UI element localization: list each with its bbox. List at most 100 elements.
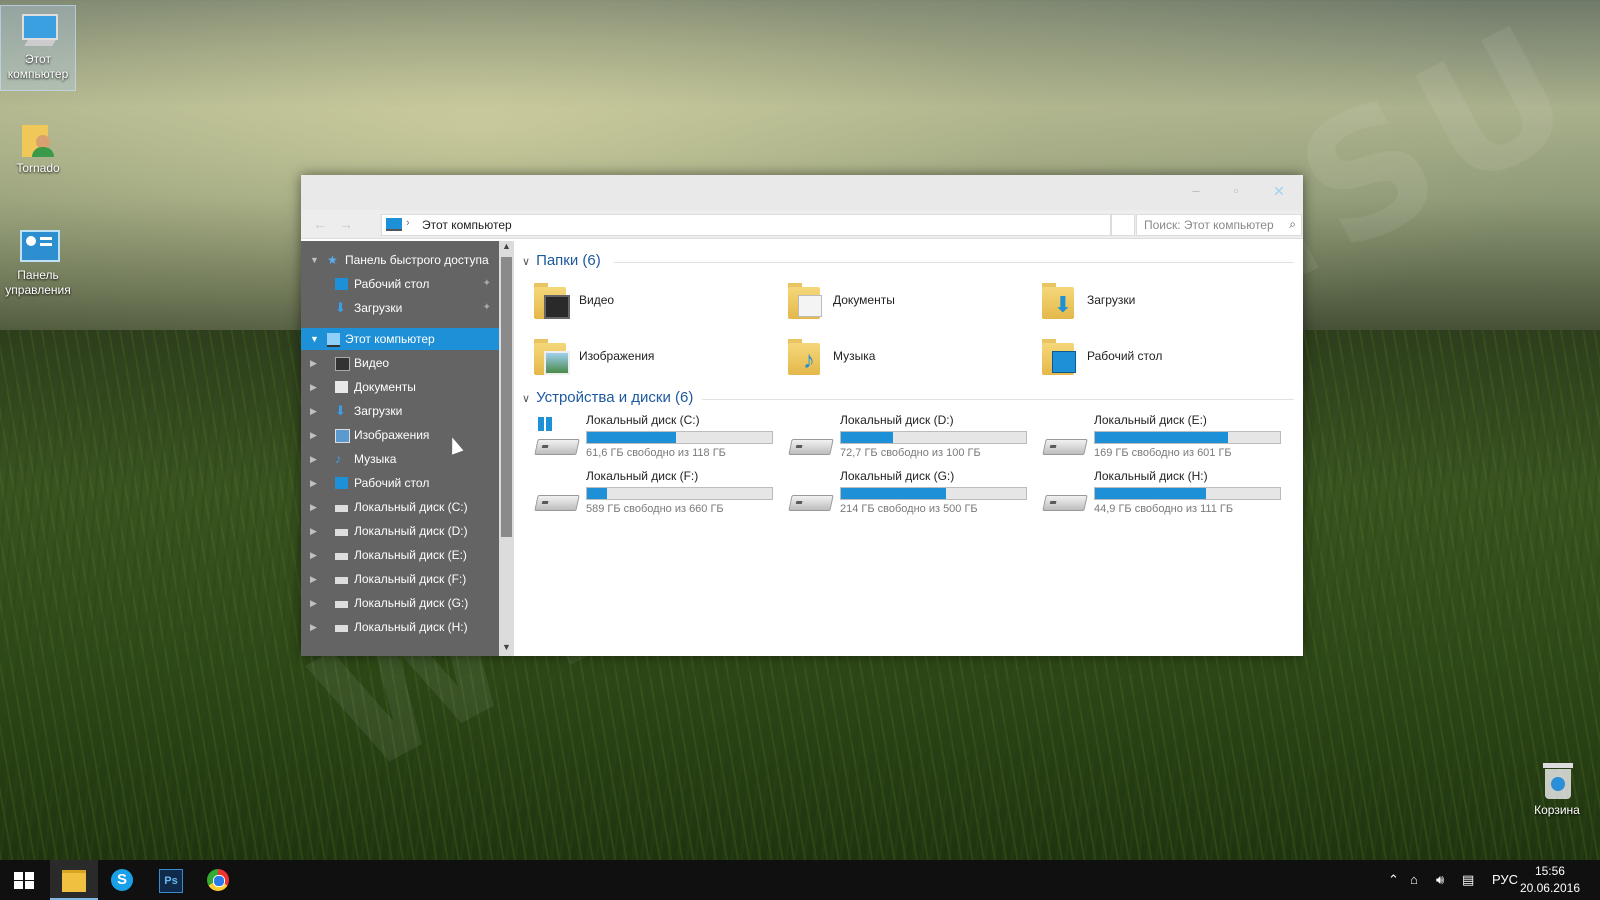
- address-field[interactable]: › Этот компьютер: [381, 214, 1111, 236]
- taskbar-clock[interactable]: 15:56 20.06.2016: [1520, 863, 1580, 897]
- clock-date: 20.06.2016: [1519, 881, 1580, 895]
- search-input[interactable]: Поиск: Этот компьютер ⌕: [1136, 214, 1302, 236]
- nav-scrollbar[interactable]: ▲ ▼: [499, 241, 514, 656]
- drive-usage-fill: [1095, 432, 1229, 443]
- nav-item-drive-g[interactable]: ▶ Локальный диск (G:): [301, 592, 499, 614]
- nav-item-downloads[interactable]: ▶ ⬇ Загрузки: [301, 400, 499, 422]
- drive-h[interactable]: Локальный диск (H:) 44,9 ГБ свободно из …: [1042, 469, 1292, 525]
- taskbar-file-explorer[interactable]: [50, 860, 98, 900]
- control-panel-icon: [18, 226, 60, 266]
- forward-arrow-icon[interactable]: →: [339, 216, 353, 232]
- network-icon[interactable]: ⌂: [1410, 860, 1418, 900]
- downloads-folder-icon: ⬇: [1042, 281, 1076, 319]
- nav-item-quick-access[interactable]: ▼ ★ Панель быстрого доступа: [301, 249, 499, 271]
- chevron-down-icon[interactable]: ∨: [522, 256, 530, 268]
- drive-d[interactable]: Локальный диск (D:) 72,7 ГБ свободно из …: [788, 413, 1038, 469]
- collapse-arrow-icon[interactable]: ▶: [310, 616, 317, 638]
- desktop-icon-this-pc[interactable]: Этот компьютер: [0, 5, 76, 91]
- pin-icon[interactable]: ✦: [483, 273, 491, 295]
- divider: [702, 399, 1294, 400]
- drive-usage-bar: [586, 487, 773, 500]
- nav-item-desktop[interactable]: ▶ Рабочий стол: [301, 472, 499, 494]
- scroll-thumb[interactable]: [501, 257, 512, 537]
- title-bar[interactable]: – ▫ ✕: [301, 175, 1303, 210]
- chevron-down-icon[interactable]: ∨: [522, 393, 530, 405]
- desktop-icon-label: Tornado: [16, 161, 60, 175]
- taskbar-photoshop[interactable]: Ps: [146, 860, 194, 900]
- nav-item-desktop-pinned[interactable]: Рабочий стол ✦: [301, 273, 499, 295]
- folder-pictures[interactable]: Изображения: [534, 335, 784, 379]
- drive-usage-fill: [587, 432, 676, 443]
- drive-g[interactable]: Локальный диск (G:) 214 ГБ свободно из 5…: [788, 469, 1038, 525]
- show-hidden-icons-chevron-icon[interactable]: ⌃: [1388, 860, 1399, 900]
- nav-item-video[interactable]: ▶ Видео: [301, 352, 499, 374]
- nav-item-drive-e[interactable]: ▶ Локальный диск (E:): [301, 544, 499, 566]
- collapse-arrow-icon[interactable]: ▶: [310, 568, 317, 590]
- collapse-arrow-icon[interactable]: ▶: [310, 424, 317, 446]
- search-placeholder: Поиск: Этот компьютер: [1144, 218, 1274, 232]
- folder-music[interactable]: ♪ Музыка: [788, 335, 1038, 379]
- collapse-arrow-icon[interactable]: ▶: [310, 448, 317, 470]
- taskbar-chrome[interactable]: [194, 860, 242, 900]
- nav-label: Музыка: [354, 452, 397, 466]
- close-button[interactable]: ✕: [1269, 183, 1289, 201]
- folder-desktop[interactable]: Рабочий стол: [1042, 335, 1292, 379]
- drive-usage-bar: [1094, 431, 1281, 444]
- collapse-arrow-icon[interactable]: ▶: [310, 520, 317, 542]
- nav-item-drive-d[interactable]: ▶ Локальный диск (D:): [301, 520, 499, 542]
- drive-e[interactable]: Локальный диск (E:) 169 ГБ свободно из 6…: [1042, 413, 1292, 469]
- folder-label: Видео: [579, 293, 615, 307]
- nav-item-drive-f[interactable]: ▶ Локальный диск (F:): [301, 568, 499, 590]
- divider: [614, 262, 1294, 263]
- nav-item-this-pc[interactable]: ▼ Этот компьютер: [301, 328, 499, 350]
- collapse-arrow-icon[interactable]: ▶: [310, 496, 317, 518]
- folder-downloads[interactable]: ⬇ Загрузки: [1042, 279, 1292, 323]
- drive-usage-fill: [841, 488, 947, 499]
- expand-arrow-icon[interactable]: ▼: [310, 328, 319, 350]
- desktop-icon-recycle-bin[interactable]: Корзина: [1520, 757, 1594, 818]
- pin-icon[interactable]: ✦: [483, 297, 491, 319]
- folder-documents[interactable]: Документы: [788, 279, 1038, 323]
- collapse-arrow-icon[interactable]: ▶: [310, 544, 317, 566]
- collapse-arrow-icon[interactable]: ▶: [310, 472, 317, 494]
- back-arrow-icon[interactable]: ←: [313, 216, 327, 232]
- chevron-right-icon[interactable]: ›: [406, 217, 410, 229]
- nav-item-documents[interactable]: ▶ Документы: [301, 376, 499, 398]
- drive-icon: [335, 553, 348, 560]
- expand-arrow-icon[interactable]: ▼: [310, 249, 319, 271]
- nav-label: Документы: [354, 380, 416, 394]
- taskbar-skype[interactable]: S: [98, 860, 146, 900]
- folder-video[interactable]: Видео: [534, 279, 784, 323]
- drive-usage-fill: [1095, 488, 1206, 499]
- nav-item-music[interactable]: ▶ ♪ Музыка: [301, 448, 499, 470]
- scroll-down-icon[interactable]: ▼: [499, 642, 514, 656]
- scroll-up-icon[interactable]: ▲: [499, 241, 514, 255]
- collapse-arrow-icon[interactable]: ▶: [310, 400, 317, 422]
- folders-header-label: Папки (6): [536, 252, 601, 269]
- document-icon: [335, 381, 348, 393]
- desktop-icon-label: Панель управления: [5, 268, 71, 297]
- minimize-button[interactable]: –: [1186, 183, 1206, 201]
- nav-item-pictures[interactable]: ▶ Изображения: [301, 424, 499, 446]
- maximize-button[interactable]: ▫: [1226, 183, 1246, 201]
- drive-free-space: 72,7 ГБ свободно из 100 ГБ: [840, 447, 981, 459]
- nav-item-drive-c[interactable]: ▶ Локальный диск (C:): [301, 496, 499, 518]
- nav-item-drive-h[interactable]: ▶ Локальный диск (H:): [301, 616, 499, 638]
- folders-group-header[interactable]: ∨ Папки (6): [522, 252, 601, 269]
- collapse-arrow-icon[interactable]: ▶: [310, 592, 317, 614]
- start-button[interactable]: [0, 860, 48, 900]
- explorer-window: – ▫ ✕ ← → › Этот компьютер Поиск: Этот к…: [301, 175, 1303, 656]
- drive-c[interactable]: Локальный диск (C:) 61,6 ГБ свободно из …: [534, 413, 784, 469]
- nav-label: Изображения: [354, 428, 430, 442]
- action-center-icon[interactable]: ▤: [1462, 860, 1474, 900]
- desktop-icon-tornado[interactable]: Tornado: [1, 115, 75, 176]
- drive-f[interactable]: Локальный диск (F:) 589 ГБ свободно из 6…: [534, 469, 784, 525]
- collapse-arrow-icon[interactable]: ▶: [310, 376, 317, 398]
- address-history-dropdown[interactable]: [1111, 214, 1135, 236]
- nav-item-downloads-pinned[interactable]: ⬇ Загрузки ✦: [301, 297, 499, 319]
- volume-icon[interactable]: 🔊︎: [1436, 860, 1444, 900]
- desktop-icon-control-panel[interactable]: Панель управления: [1, 222, 75, 298]
- collapse-arrow-icon[interactable]: ▶: [310, 352, 317, 374]
- drives-group-header[interactable]: ∨ Устройства и диски (6): [522, 389, 693, 406]
- language-indicator[interactable]: РУС: [1492, 860, 1518, 900]
